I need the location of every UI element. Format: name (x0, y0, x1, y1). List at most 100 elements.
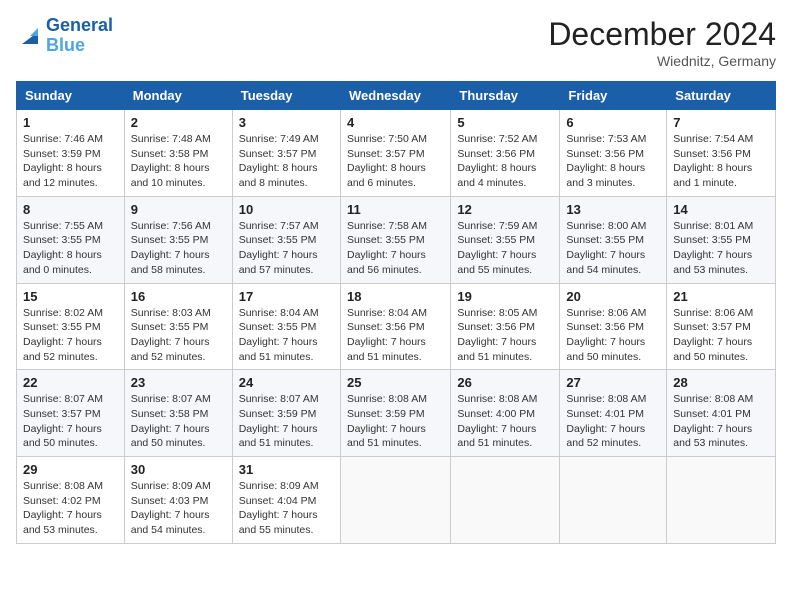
calendar-cell (667, 457, 776, 544)
calendar-cell: 6 Sunrise: 7:53 AMSunset: 3:56 PMDayligh… (560, 110, 667, 197)
day-info: Sunrise: 8:09 AMSunset: 4:04 PMDaylight:… (239, 479, 334, 538)
logo-icon (16, 22, 44, 50)
day-number: 5 (457, 115, 553, 130)
calendar-cell: 19 Sunrise: 8:05 AMSunset: 3:56 PMDaylig… (451, 283, 560, 370)
day-info: Sunrise: 7:58 AMSunset: 3:55 PMDaylight:… (347, 219, 444, 278)
day-number: 27 (566, 375, 660, 390)
day-number: 11 (347, 202, 444, 217)
day-number: 26 (457, 375, 553, 390)
calendar-cell: 27 Sunrise: 8:08 AMSunset: 4:01 PMDaylig… (560, 370, 667, 457)
calendar-cell: 23 Sunrise: 8:07 AMSunset: 3:58 PMDaylig… (124, 370, 232, 457)
day-info: Sunrise: 8:06 AMSunset: 3:57 PMDaylight:… (673, 306, 769, 365)
day-number: 3 (239, 115, 334, 130)
calendar-cell: 1 Sunrise: 7:46 AMSunset: 3:59 PMDayligh… (17, 110, 125, 197)
weekday-header-tuesday: Tuesday (232, 82, 340, 110)
day-info: Sunrise: 7:46 AMSunset: 3:59 PMDaylight:… (23, 132, 118, 191)
day-info: Sunrise: 8:09 AMSunset: 4:03 PMDaylight:… (131, 479, 226, 538)
day-number: 25 (347, 375, 444, 390)
day-info: Sunrise: 7:57 AMSunset: 3:55 PMDaylight:… (239, 219, 334, 278)
weekday-header-thursday: Thursday (451, 82, 560, 110)
day-number: 12 (457, 202, 553, 217)
week-row-2: 8 Sunrise: 7:55 AMSunset: 3:55 PMDayligh… (17, 196, 776, 283)
day-number: 23 (131, 375, 226, 390)
day-info: Sunrise: 7:49 AMSunset: 3:57 PMDaylight:… (239, 132, 334, 191)
day-number: 30 (131, 462, 226, 477)
day-info: Sunrise: 7:48 AMSunset: 3:58 PMDaylight:… (131, 132, 226, 191)
day-info: Sunrise: 8:07 AMSunset: 3:59 PMDaylight:… (239, 392, 334, 451)
day-number: 22 (23, 375, 118, 390)
title-block: December 2024 Wiednitz, Germany (548, 16, 776, 69)
calendar-cell: 20 Sunrise: 8:06 AMSunset: 3:56 PMDaylig… (560, 283, 667, 370)
calendar-cell: 16 Sunrise: 8:03 AMSunset: 3:55 PMDaylig… (124, 283, 232, 370)
week-row-1: 1 Sunrise: 7:46 AMSunset: 3:59 PMDayligh… (17, 110, 776, 197)
calendar-cell: 5 Sunrise: 7:52 AMSunset: 3:56 PMDayligh… (451, 110, 560, 197)
calendar-cell: 7 Sunrise: 7:54 AMSunset: 3:56 PMDayligh… (667, 110, 776, 197)
day-number: 8 (23, 202, 118, 217)
day-number: 19 (457, 289, 553, 304)
day-number: 2 (131, 115, 226, 130)
day-info: Sunrise: 8:06 AMSunset: 3:56 PMDaylight:… (566, 306, 660, 365)
day-number: 10 (239, 202, 334, 217)
day-info: Sunrise: 7:54 AMSunset: 3:56 PMDaylight:… (673, 132, 769, 191)
day-number: 28 (673, 375, 769, 390)
day-info: Sunrise: 8:08 AMSunset: 4:00 PMDaylight:… (457, 392, 553, 451)
day-number: 31 (239, 462, 334, 477)
day-number: 20 (566, 289, 660, 304)
day-info: Sunrise: 8:01 AMSunset: 3:55 PMDaylight:… (673, 219, 769, 278)
calendar-cell: 11 Sunrise: 7:58 AMSunset: 3:55 PMDaylig… (340, 196, 450, 283)
calendar-cell: 29 Sunrise: 8:08 AMSunset: 4:02 PMDaylig… (17, 457, 125, 544)
logo-text: GeneralBlue (46, 16, 113, 56)
day-info: Sunrise: 7:53 AMSunset: 3:56 PMDaylight:… (566, 132, 660, 191)
day-info: Sunrise: 7:55 AMSunset: 3:55 PMDaylight:… (23, 219, 118, 278)
calendar-cell: 26 Sunrise: 8:08 AMSunset: 4:00 PMDaylig… (451, 370, 560, 457)
day-info: Sunrise: 8:08 AMSunset: 4:02 PMDaylight:… (23, 479, 118, 538)
location: Wiednitz, Germany (548, 53, 776, 69)
day-number: 21 (673, 289, 769, 304)
calendar-cell: 10 Sunrise: 7:57 AMSunset: 3:55 PMDaylig… (232, 196, 340, 283)
calendar-cell: 30 Sunrise: 8:09 AMSunset: 4:03 PMDaylig… (124, 457, 232, 544)
day-number: 16 (131, 289, 226, 304)
weekday-header-row: SundayMondayTuesdayWednesdayThursdayFrid… (17, 82, 776, 110)
day-number: 7 (673, 115, 769, 130)
day-info: Sunrise: 7:52 AMSunset: 3:56 PMDaylight:… (457, 132, 553, 191)
calendar-cell: 28 Sunrise: 8:08 AMSunset: 4:01 PMDaylig… (667, 370, 776, 457)
weekday-header-saturday: Saturday (667, 82, 776, 110)
day-number: 1 (23, 115, 118, 130)
weekday-header-monday: Monday (124, 82, 232, 110)
calendar-cell: 15 Sunrise: 8:02 AMSunset: 3:55 PMDaylig… (17, 283, 125, 370)
day-number: 4 (347, 115, 444, 130)
week-row-5: 29 Sunrise: 8:08 AMSunset: 4:02 PMDaylig… (17, 457, 776, 544)
day-number: 18 (347, 289, 444, 304)
calendar-cell: 18 Sunrise: 8:04 AMSunset: 3:56 PMDaylig… (340, 283, 450, 370)
day-number: 24 (239, 375, 334, 390)
day-info: Sunrise: 8:04 AMSunset: 3:55 PMDaylight:… (239, 306, 334, 365)
calendar-cell: 3 Sunrise: 7:49 AMSunset: 3:57 PMDayligh… (232, 110, 340, 197)
day-info: Sunrise: 8:07 AMSunset: 3:57 PMDaylight:… (23, 392, 118, 451)
day-info: Sunrise: 7:59 AMSunset: 3:55 PMDaylight:… (457, 219, 553, 278)
day-number: 29 (23, 462, 118, 477)
calendar-cell: 8 Sunrise: 7:55 AMSunset: 3:55 PMDayligh… (17, 196, 125, 283)
day-info: Sunrise: 8:05 AMSunset: 3:56 PMDaylight:… (457, 306, 553, 365)
week-row-3: 15 Sunrise: 8:02 AMSunset: 3:55 PMDaylig… (17, 283, 776, 370)
calendar-cell: 14 Sunrise: 8:01 AMSunset: 3:55 PMDaylig… (667, 196, 776, 283)
page-header: GeneralBlue December 2024 Wiednitz, Germ… (16, 16, 776, 69)
calendar-cell (560, 457, 667, 544)
week-row-4: 22 Sunrise: 8:07 AMSunset: 3:57 PMDaylig… (17, 370, 776, 457)
day-info: Sunrise: 8:02 AMSunset: 3:55 PMDaylight:… (23, 306, 118, 365)
day-number: 9 (131, 202, 226, 217)
calendar-cell (340, 457, 450, 544)
calendar-cell: 31 Sunrise: 8:09 AMSunset: 4:04 PMDaylig… (232, 457, 340, 544)
calendar-cell: 17 Sunrise: 8:04 AMSunset: 3:55 PMDaylig… (232, 283, 340, 370)
day-info: Sunrise: 8:04 AMSunset: 3:56 PMDaylight:… (347, 306, 444, 365)
weekday-header-wednesday: Wednesday (340, 82, 450, 110)
calendar-cell: 21 Sunrise: 8:06 AMSunset: 3:57 PMDaylig… (667, 283, 776, 370)
day-info: Sunrise: 8:03 AMSunset: 3:55 PMDaylight:… (131, 306, 226, 365)
calendar-cell: 9 Sunrise: 7:56 AMSunset: 3:55 PMDayligh… (124, 196, 232, 283)
day-info: Sunrise: 8:08 AMSunset: 3:59 PMDaylight:… (347, 392, 444, 451)
calendar-cell: 12 Sunrise: 7:59 AMSunset: 3:55 PMDaylig… (451, 196, 560, 283)
weekday-header-friday: Friday (560, 82, 667, 110)
month-title: December 2024 (548, 16, 776, 53)
day-info: Sunrise: 7:56 AMSunset: 3:55 PMDaylight:… (131, 219, 226, 278)
calendar-cell: 4 Sunrise: 7:50 AMSunset: 3:57 PMDayligh… (340, 110, 450, 197)
logo: GeneralBlue (16, 16, 113, 56)
